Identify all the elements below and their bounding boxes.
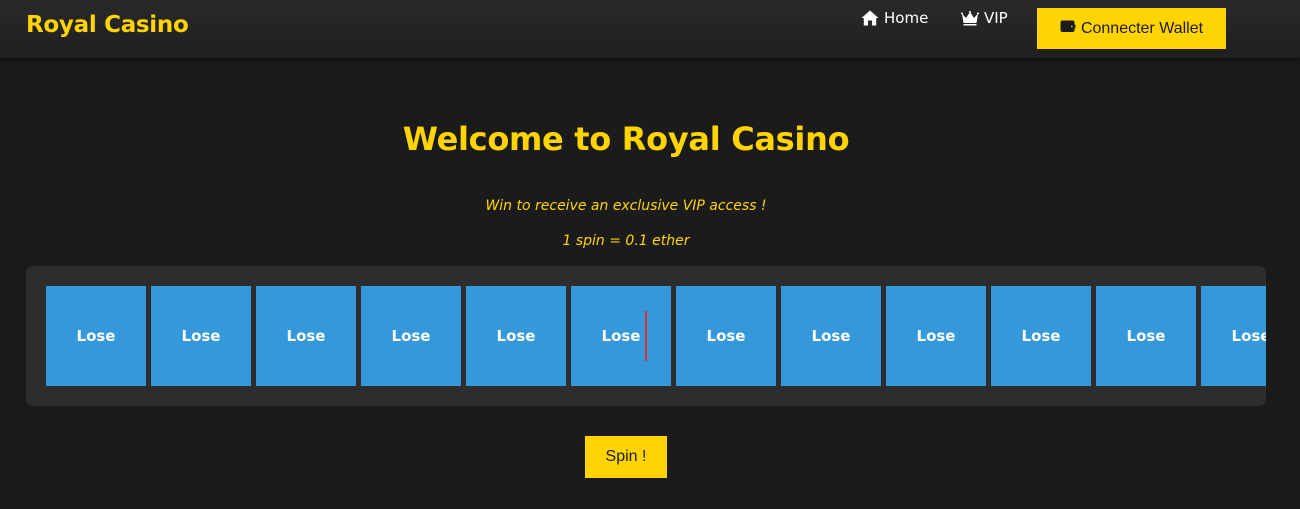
reel-cell: Lose <box>991 286 1091 386</box>
reel-cell: Lose <box>571 286 671 386</box>
spin-button[interactable]: Spin ! <box>585 436 667 478</box>
connect-wallet-label: Connecter Wallet <box>1080 19 1204 37</box>
reel-cell: Lose <box>886 286 986 386</box>
reel-cell: Lose <box>1096 286 1196 386</box>
reel-cell: Lose <box>151 286 251 386</box>
nav-link-vip[interactable]: VIP <box>961 9 1008 27</box>
nav-link-home[interactable]: Home <box>861 9 928 27</box>
reel-track: Lose Lose Lose Lose Lose Lose Lose Lose … <box>46 286 1266 386</box>
reel-pointer-marker <box>645 311 647 361</box>
reel-cell: Lose <box>46 286 146 386</box>
wallet-icon <box>1060 19 1076 38</box>
nav-link-label: VIP <box>984 9 1008 27</box>
nav-link-label: Home <box>884 9 929 27</box>
reel-cell: Lose <box>361 286 461 386</box>
home-icon <box>861 10 879 26</box>
vip-subtitle: Win to receive an exclusive VIP access ! <box>485 198 767 214</box>
reel-cell: Lose <box>1201 286 1266 386</box>
reel-cell: Lose <box>466 286 566 386</box>
reel-cell: Lose <box>676 286 776 386</box>
reel-cell: Lose <box>256 286 356 386</box>
navbar: Royal Casino Home VIP Connecter Wallet <box>0 0 1300 58</box>
brand-logo[interactable]: Royal Casino <box>26 12 189 38</box>
crown-icon <box>961 10 979 26</box>
connect-wallet-button[interactable]: Connecter Wallet <box>1037 8 1226 49</box>
spin-price-note: 1 spin = 0.1 ether <box>562 233 690 249</box>
reel-cell: Lose <box>781 286 881 386</box>
page-title: Welcome to Royal Casino <box>402 120 850 158</box>
